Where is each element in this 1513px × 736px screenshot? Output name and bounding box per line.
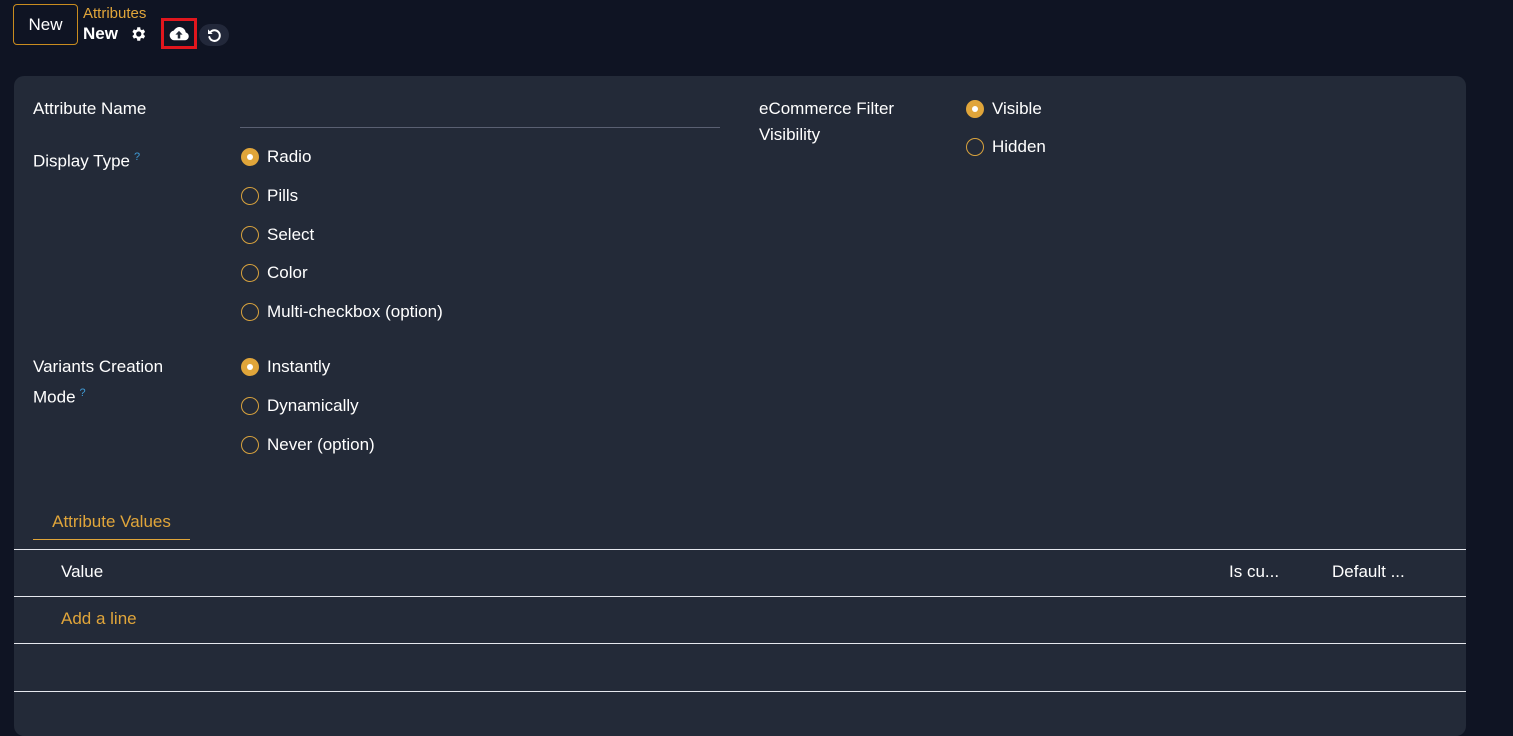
breadcrumb-attributes-link[interactable]: Attributes	[83, 5, 146, 22]
column-header-value[interactable]: Value	[61, 562, 103, 582]
visibility-option-label: Visible	[992, 99, 1042, 118]
gear-icon[interactable]	[129, 25, 147, 43]
radio-checked-icon	[241, 358, 259, 376]
variants-mode-never-option[interactable]: Never (option)	[241, 433, 375, 457]
variants-creation-mode-label-line2: Mode	[33, 387, 76, 407]
control-panel: New Attributes New	[0, 0, 1513, 76]
visibility-hidden-option[interactable]: Hidden	[966, 135, 1046, 159]
variants-mode-dynamically-option[interactable]: Dynamically	[241, 394, 359, 418]
display-type-multi-checkbox-option[interactable]: Multi-checkbox (option)	[241, 300, 443, 324]
form-sheet: Attribute Name Display Type? Radio Pills…	[14, 76, 1466, 736]
breadcrumb-current: New	[83, 24, 118, 43]
display-type-label-text: Display Type	[33, 151, 131, 171]
discard-button[interactable]	[199, 24, 229, 46]
undo-icon	[208, 29, 221, 42]
table-row-divider	[14, 643, 1466, 644]
ecommerce-filter-visibility-label-line1: eCommerce Filter	[759, 99, 895, 118]
column-header-default[interactable]: Default ...	[1332, 562, 1405, 582]
display-type-label: Display Type?	[33, 144, 140, 175]
radio-unchecked-icon	[241, 226, 259, 244]
variants-creation-mode-label-line1: Variants Creation	[33, 357, 164, 376]
attribute-name-label: Attribute Name	[33, 99, 147, 118]
visibility-option-label: Hidden	[992, 137, 1046, 156]
display-type-option-label: Multi-checkbox (option)	[267, 302, 443, 321]
variants-mode-instantly-option[interactable]: Instantly	[241, 355, 330, 379]
radio-unchecked-icon	[966, 138, 984, 156]
variants-mode-option-label: Dynamically	[267, 396, 359, 415]
display-type-option-label: Color	[267, 263, 308, 282]
ecommerce-filter-visibility-label: eCommerce Filter Visibility	[759, 96, 894, 148]
table-row-divider	[14, 691, 1466, 692]
variants-mode-option-label: Instantly	[267, 357, 331, 376]
visibility-visible-option[interactable]: Visible	[966, 97, 1042, 121]
save-cloud-upload-button[interactable]	[161, 18, 197, 49]
ecommerce-filter-visibility-label-line2: Visibility	[759, 125, 821, 144]
display-type-option-label: Pills	[267, 186, 299, 205]
tab-attribute-values[interactable]: Attribute Values	[33, 505, 190, 540]
column-header-is-custom[interactable]: Is cu...	[1229, 562, 1279, 582]
radio-unchecked-icon	[241, 187, 259, 205]
display-type-help-icon[interactable]: ?	[134, 151, 140, 163]
table-top-divider	[14, 549, 1466, 550]
radio-checked-icon	[241, 148, 259, 166]
radio-unchecked-icon	[241, 436, 259, 454]
display-type-option-label: Select	[267, 225, 315, 244]
table-header-divider	[14, 596, 1466, 597]
display-type-option-label: Radio	[267, 147, 312, 166]
radio-unchecked-icon	[241, 303, 259, 321]
variants-creation-mode-help-icon[interactable]: ?	[80, 387, 86, 399]
radio-checked-icon	[966, 100, 984, 118]
cloud-upload-icon	[169, 26, 189, 40]
add-a-line-link[interactable]: Add a line	[61, 609, 137, 629]
display-type-select-option[interactable]: Select	[241, 223, 314, 247]
variants-mode-option-label: Never (option)	[267, 435, 375, 454]
display-type-pills-option[interactable]: Pills	[241, 184, 298, 208]
display-type-color-option[interactable]: Color	[241, 261, 308, 285]
variants-creation-mode-label: Variants Creation Mode?	[33, 354, 163, 411]
attribute-name-input[interactable]	[240, 100, 720, 128]
new-button[interactable]: New	[13, 4, 78, 45]
radio-unchecked-icon	[241, 397, 259, 415]
radio-unchecked-icon	[241, 264, 259, 282]
display-type-radio-option[interactable]: Radio	[241, 145, 311, 169]
